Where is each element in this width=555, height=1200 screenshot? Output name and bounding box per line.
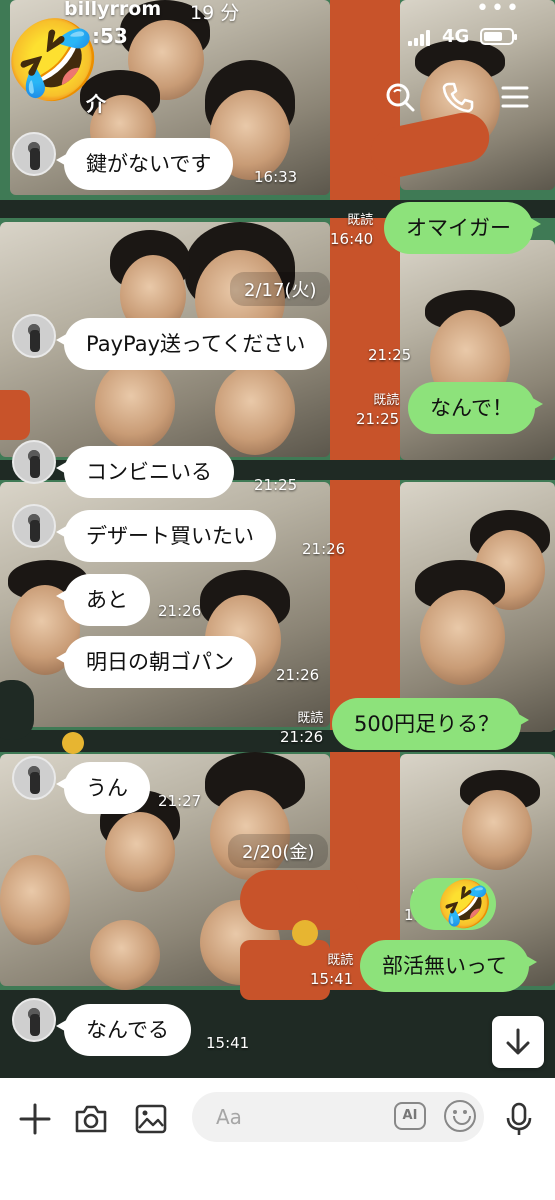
message-time: 21:26 — [276, 666, 320, 684]
message-bubble-incoming[interactable]: 鍵がないです — [55, 138, 234, 190]
message-read-time: 既読 21:25 — [356, 392, 399, 428]
search-icon[interactable] — [383, 80, 417, 114]
plus-icon[interactable] — [16, 1100, 54, 1138]
date-separator: 2/20(金) — [228, 834, 329, 868]
contact-avatar[interactable] — [12, 440, 56, 484]
message-bubble-incoming[interactable]: なんでる — [56, 1004, 191, 1056]
signal-icon — [408, 30, 434, 46]
contact-avatar[interactable] — [12, 998, 56, 1042]
emoji-icon[interactable] — [444, 1100, 476, 1132]
message-time: 21:26 — [302, 540, 346, 558]
story-time-ago: 19 分 — [190, 2, 240, 24]
message-time: 21:27 — [158, 792, 202, 810]
laughing-emoji-sticker: 🤣 — [436, 877, 494, 931]
message-input-bar: AI — [0, 1078, 555, 1200]
message-time: 21:25 — [254, 476, 298, 494]
message-bubble-incoming[interactable]: PayPay送ってください — [55, 318, 328, 370]
microphone-icon[interactable] — [500, 1100, 538, 1138]
ai-button[interactable]: AI — [394, 1102, 426, 1130]
read-receipt: 既読 — [327, 953, 354, 968]
message-bubble-incoming[interactable]: コンビニいる — [56, 446, 234, 498]
phone-icon[interactable] — [441, 80, 475, 114]
message-bubble-incoming[interactable]: あと — [56, 574, 150, 626]
read-receipt: 既読 — [297, 711, 324, 726]
contact-avatar[interactable] — [12, 756, 56, 800]
contact-avatar[interactable] — [12, 314, 56, 358]
scroll-to-bottom-button[interactable] — [492, 1016, 544, 1068]
message-read-time: 既読 16:40 — [330, 212, 373, 248]
camera-icon[interactable] — [72, 1100, 110, 1138]
message-time: 15:41 — [310, 970, 354, 988]
message-read-time: 既読 21:26 — [280, 710, 323, 746]
contact-avatar[interactable] — [12, 504, 56, 548]
message-time: 21:26 — [280, 728, 324, 746]
message-time: 16:40 — [330, 230, 374, 248]
message-bubble-incoming[interactable]: うん — [56, 762, 150, 814]
message-bubble-outgoing[interactable]: オマイガー — [384, 202, 541, 254]
chat-header: 介 — [0, 78, 555, 122]
message-read-time: 既読 15:41 — [310, 952, 353, 988]
arrow-down-icon — [506, 1028, 530, 1055]
chat-title: 介 — [86, 92, 106, 116]
message-time: 21:25 — [368, 346, 412, 364]
message-time: 15:41 — [206, 1034, 250, 1052]
more-options-icon[interactable]: ••• — [476, 0, 521, 21]
message-bubble-outgoing[interactable]: 500円足りる？ — [332, 698, 530, 750]
message-bubble-incoming[interactable]: 明日の朝ゴパン — [55, 636, 257, 688]
date-separator: 2/17(火) — [230, 272, 331, 306]
message-bubble-incoming[interactable]: デザート買いたい — [56, 510, 276, 562]
contact-avatar[interactable] — [12, 132, 56, 176]
read-receipt: 既読 — [373, 393, 400, 408]
message-bubble-outgoing[interactable]: なんで！ — [408, 382, 543, 434]
message-time: 21:25 — [356, 410, 400, 428]
message-input[interactable] — [192, 1092, 484, 1142]
message-bubble-outgoing[interactable]: 部活無いって — [360, 940, 537, 992]
message-time: 21:26 — [158, 602, 202, 620]
battery-icon — [480, 28, 517, 45]
menu-icon[interactable] — [498, 80, 532, 114]
message-time: 16:33 — [254, 168, 298, 186]
network-type: 4G — [442, 26, 470, 47]
image-icon[interactable] — [132, 1100, 170, 1138]
read-receipt: 既読 — [347, 213, 374, 228]
